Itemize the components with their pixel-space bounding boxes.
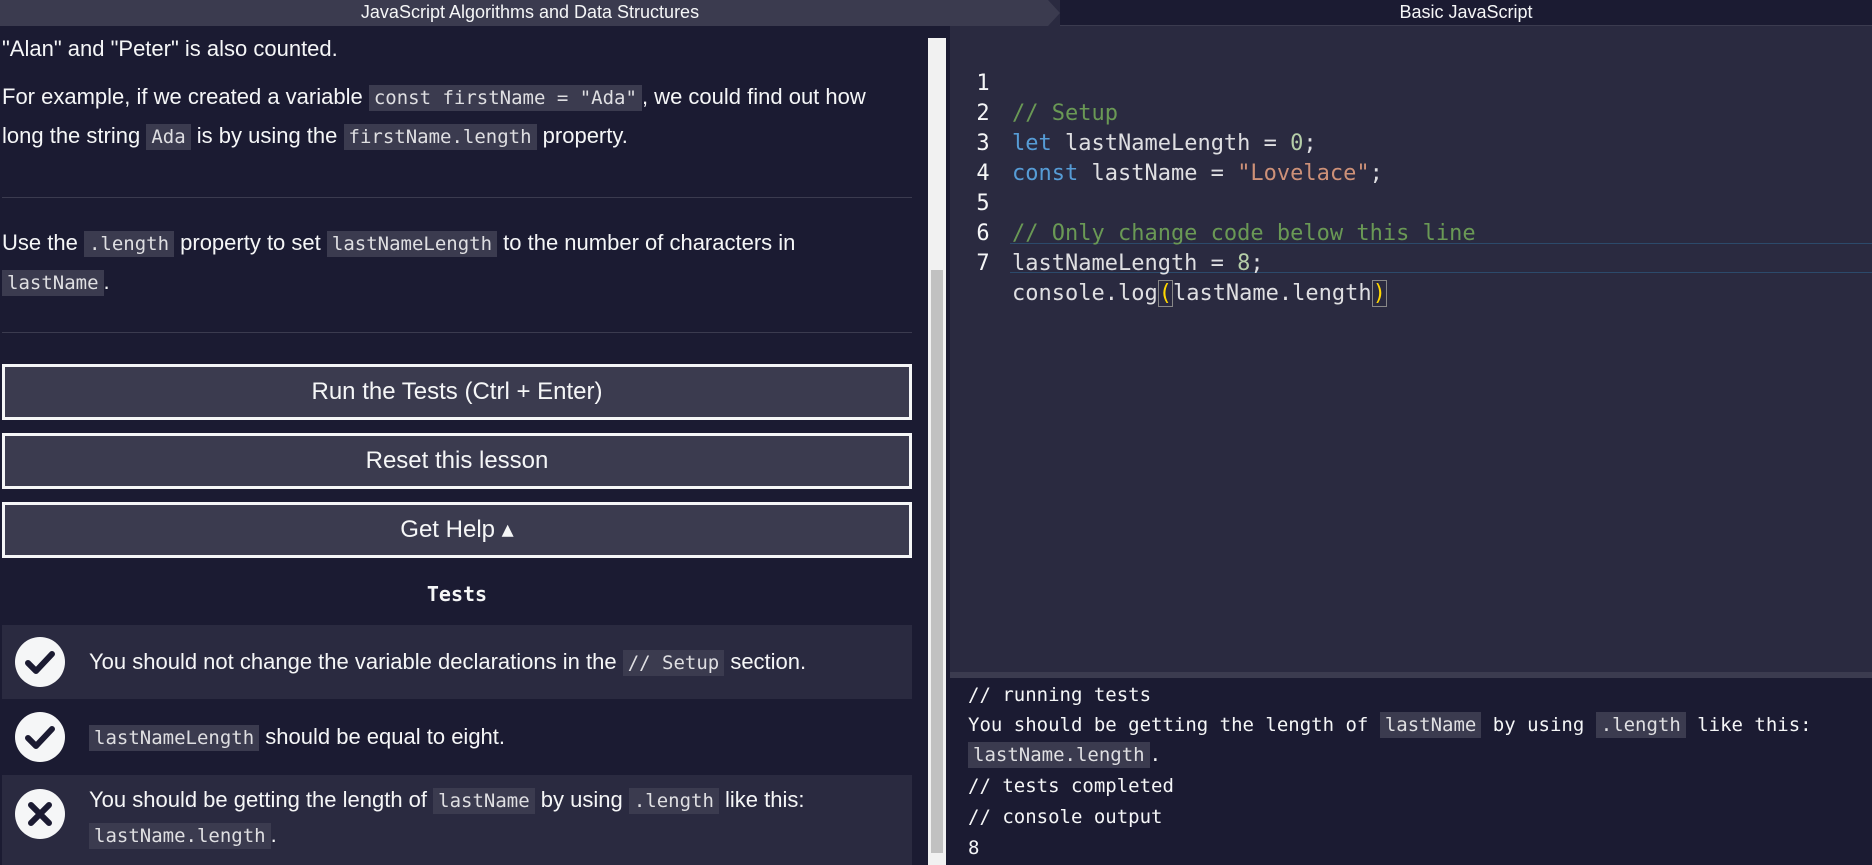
inline-code: .length	[83, 231, 175, 257]
code-text: console.log	[1012, 281, 1158, 306]
inline-code: lastNameLength	[89, 725, 260, 751]
text: You should be getting the length of	[968, 714, 1380, 736]
description-paragraph-1: For example, if we created a variable co…	[2, 78, 866, 156]
test-text: lastNameLength should be equal to eight.	[89, 720, 505, 755]
reset-lesson-button[interactable]: Reset this lesson	[2, 433, 912, 489]
bracket: )	[1371, 280, 1387, 307]
text: to the number of characters in	[497, 230, 796, 255]
text: section.	[724, 649, 807, 674]
x-circle-icon	[15, 789, 65, 839]
breadcrumb-course[interactable]: JavaScript Algorithms and Data Structure…	[0, 0, 1060, 26]
text: by using	[534, 787, 629, 812]
code-text: lastNameLength =	[1012, 251, 1238, 276]
editor-line[interactable]: 6 lastNameLength = 8;	[950, 189, 1872, 276]
console-line: // console output	[968, 806, 1163, 828]
test-item: You should not change the variable decla…	[2, 625, 912, 699]
text: You should not change the variable decla…	[89, 649, 623, 674]
inline-code: lastName	[433, 788, 535, 814]
description-paragraph-0: "Alan" and "Peter" is also counted.	[2, 36, 338, 61]
text: like this:	[718, 787, 805, 812]
line-number: 7	[976, 251, 990, 276]
editor-line[interactable]: 7 console.log(lastName.length)	[950, 219, 1872, 307]
console-line: // running tests	[968, 684, 1152, 706]
text: is by using the	[190, 123, 344, 148]
text: , we could find out how	[641, 84, 866, 109]
top-breadcrumb-bar: JavaScript Algorithms and Data Structure…	[0, 0, 1872, 26]
text: For example, if we created a variable	[2, 84, 369, 109]
text: You should be getting the length of	[89, 787, 434, 812]
text: like this:	[1685, 714, 1812, 736]
output-console: // running tests You should be getting t…	[950, 678, 1872, 865]
inline-code: lastName.length	[89, 823, 271, 849]
get-help-button[interactable]: Get Help ▴	[2, 502, 912, 558]
code-text: ;	[1250, 251, 1264, 276]
text: .	[103, 269, 110, 294]
inline-code: Ada	[146, 124, 191, 150]
test-text: You should not change the variable decla…	[89, 645, 806, 680]
text: .	[1149, 744, 1162, 766]
editor-line[interactable]: 1 // Setup	[950, 39, 1872, 126]
console-line: lastName.length.	[968, 742, 1161, 768]
text: long the string	[2, 123, 147, 148]
text: .	[270, 822, 277, 847]
editor-line[interactable]: 2 let lastNameLength = 0;	[950, 69, 1872, 156]
editor-line[interactable]: 5 // Only change code below this line	[950, 159, 1872, 246]
check-circle-icon	[15, 712, 65, 762]
instructions-panel: "Alan" and "Peter" is also counted. For …	[0, 26, 928, 865]
check-circle-icon	[15, 637, 65, 687]
text: should be equal to eight.	[259, 724, 506, 749]
editor-line[interactable]: 3 const lastName = "Lovelace";	[950, 99, 1872, 186]
editor-line[interactable]: 4	[950, 129, 1872, 186]
code-editor[interactable]: 1 // Setup 2 let lastNameLength = 0; 3 c…	[950, 26, 1872, 676]
inline-code: // Setup	[622, 650, 725, 676]
text: Use the	[2, 230, 84, 255]
inline-code: .length	[1595, 712, 1686, 738]
tests-heading: Tests	[426, 582, 488, 606]
test-text: You should be getting the length of last…	[89, 783, 805, 853]
bracket: (	[1157, 280, 1173, 307]
console-line: // tests completed	[968, 775, 1174, 797]
run-tests-button[interactable]: Run the Tests (Ctrl + Enter)	[2, 364, 912, 420]
inline-code: lastName	[1379, 712, 1482, 738]
inline-code: firstName.length	[343, 124, 537, 150]
number: 8	[1237, 251, 1251, 276]
divider	[2, 197, 912, 198]
inline-code: lastName	[2, 270, 104, 296]
inline-code: lastNameLength	[326, 231, 498, 257]
console-line: You should be getting the length of last…	[968, 712, 1812, 738]
divider	[2, 332, 912, 333]
console-line: 8	[968, 837, 980, 859]
inline-code: lastName.length	[968, 742, 1150, 768]
test-item: You should be getting the length of last…	[2, 775, 912, 865]
inline-code: const firstName = "Ada"	[368, 85, 642, 111]
scrollbar-thumb[interactable]	[931, 270, 943, 853]
code-text: lastName.length	[1172, 281, 1372, 306]
breadcrumb-section[interactable]: Basic JavaScript	[1060, 0, 1872, 26]
text: property.	[536, 123, 628, 148]
text: property to set	[174, 230, 327, 255]
instructions-paragraph: Use the .length property to set lastName…	[2, 224, 795, 302]
inline-code: .length	[628, 788, 719, 814]
text: by using	[1481, 714, 1596, 736]
test-item: lastNameLength should be equal to eight.	[2, 699, 912, 775]
